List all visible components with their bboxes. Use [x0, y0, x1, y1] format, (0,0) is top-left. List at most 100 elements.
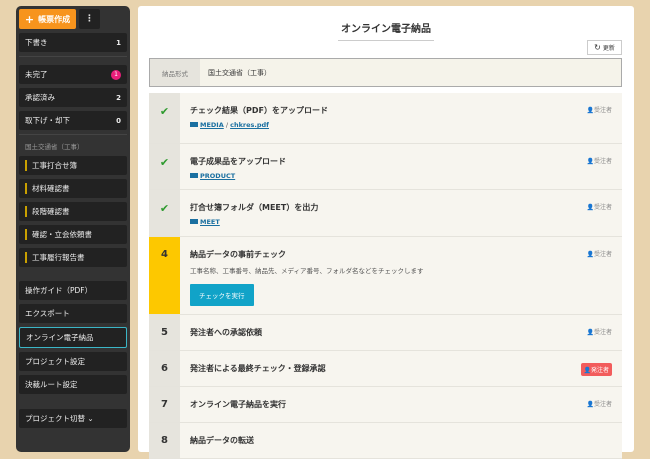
run-check-button[interactable]: チェックを実行: [190, 284, 254, 306]
user-icon: 👤: [586, 107, 594, 114]
role-text: 受注者: [593, 107, 612, 114]
sidebar-form-item[interactable]: 段階確認書: [19, 202, 127, 221]
user-icon: 👤: [586, 401, 594, 408]
label: 工事打合せ簿: [25, 160, 77, 171]
role-text: 受注者: [593, 251, 612, 258]
file-link[interactable]: chkres.pdf: [230, 121, 269, 129]
sidebar-form-item[interactable]: 材料確認書: [19, 179, 127, 198]
sidebar-item-draft[interactable]: 下書き 1: [19, 33, 127, 52]
role-label: 👤受注者: [587, 249, 613, 258]
user-icon: 👤: [586, 329, 594, 336]
role-text: 受注者: [593, 329, 612, 336]
section-label: 国土交通省（工事）: [25, 143, 84, 151]
label: 工事履行報告書: [25, 252, 85, 263]
sidebar-item-guide[interactable]: 操作ガイド（PDF）: [19, 281, 127, 300]
step-title: 発注者による最終チェック・登録承認: [190, 364, 326, 373]
step-2: ✔ 電子成果品をアップロード PRODUCT 👤受注者: [149, 144, 622, 190]
label: 未完了: [25, 70, 48, 79]
role-label: 👤受注者: [587, 105, 613, 114]
folder-link[interactable]: MEDIA: [200, 121, 224, 129]
project-switch-button[interactable]: プロジェクト切替 ⌄: [19, 409, 127, 428]
role-label: 👤受注者: [587, 156, 613, 165]
label: プロジェクト切替 ⌄: [25, 413, 94, 424]
step-title: 打合せ簿フォルダ（MEET）を出力: [190, 203, 319, 212]
step-title: 発注者への承認依頼: [190, 328, 262, 337]
count: 1: [116, 38, 121, 47]
role-text: 受注者: [593, 204, 612, 211]
folder-link[interactable]: PRODUCT: [200, 172, 235, 180]
label: 材料確認書: [25, 183, 70, 194]
sidebar-form-item[interactable]: 確認・立会依頼書: [19, 225, 127, 244]
check-icon: ✔: [159, 105, 170, 118]
main-panel: オンライン電子納品 ↻ 更新 納品形式 国土交通省（工事） ✔ チェック結果（PD…: [138, 6, 634, 459]
refresh-button[interactable]: ↻ 更新: [587, 40, 622, 55]
step-title: チェック結果（PDF）をアップロード: [190, 106, 328, 115]
step-6: 6 発注者による最終チェック・登録承認 👤発注者: [149, 351, 622, 387]
step-title: 納品データの事前チェック: [190, 250, 286, 259]
role-text: 受注者: [593, 401, 612, 408]
step-status: ✔: [149, 93, 180, 143]
plus-icon: +: [24, 12, 35, 26]
folder-link[interactable]: MEET: [200, 218, 220, 226]
role-badge: 👤発注者: [580, 363, 612, 376]
sidebar-item-approval-route[interactable]: 決裁ルート設定: [19, 375, 127, 394]
role-label: 👤受注者: [587, 399, 613, 408]
step-status: ✔: [149, 144, 180, 189]
step-7: 7 オンライン電子納品を実行 👤受注者: [149, 387, 622, 423]
step-number: 6: [149, 351, 180, 386]
step-number: 7: [149, 387, 180, 422]
sidebar-item-withdrawn[interactable]: 取下げ・却下 0: [19, 111, 127, 130]
sidebar-item-incomplete[interactable]: 未完了 1: [19, 65, 127, 84]
folder-icon: [190, 219, 198, 224]
refresh-icon: ↻: [594, 43, 601, 52]
label: 取下げ・却下: [25, 116, 70, 125]
create-label: 帳票作成: [38, 14, 71, 24]
step-number: 4: [149, 237, 180, 314]
user-icon: 👤: [586, 251, 594, 258]
label: 確認・立会依頼書: [25, 229, 92, 240]
label: エクスポート: [25, 309, 70, 318]
divider: [19, 56, 127, 57]
switch-label: プロジェクト切替: [25, 414, 85, 423]
step-4: 4 納品データの事前チェック 工事名称、工事番号、納品先、メディア番号、フォルダ…: [149, 237, 622, 315]
refresh-label: 更新: [602, 45, 615, 52]
folder-icon: [190, 173, 198, 178]
label: 操作ガイド（PDF）: [25, 286, 93, 295]
sidebar-item-online-delivery[interactable]: オンライン電子納品: [19, 327, 127, 348]
sidebar-form-item[interactable]: 工事打合せ簿: [19, 156, 127, 175]
step-status: ✔: [149, 190, 180, 236]
count-badge: 1: [111, 69, 121, 80]
step-title: 納品データの転送: [190, 436, 254, 445]
label: 段階確認書: [25, 206, 70, 217]
count: 2: [116, 93, 121, 102]
create-form-button[interactable]: + 帳票作成: [19, 9, 76, 29]
delivery-format-row: 納品形式 国土交通省（工事）: [149, 58, 622, 87]
label: 下書き: [25, 38, 48, 47]
more-menu-button[interactable]: ⋮: [79, 9, 100, 29]
label: 承認済み: [25, 93, 55, 102]
sidebar-item-project-settings[interactable]: プロジェクト設定: [19, 352, 127, 371]
format-label: 納品形式: [150, 59, 200, 86]
label: オンライン電子納品: [26, 333, 94, 342]
sidebar-item-approved[interactable]: 承認済み 2: [19, 88, 127, 107]
sidebar-form-item[interactable]: 工事履行報告書: [19, 248, 127, 267]
label: プロジェクト設定: [25, 357, 85, 366]
folder-icon: [190, 122, 198, 127]
step-number: 8: [149, 423, 180, 458]
check-icon: ✔: [159, 156, 170, 169]
chevron-down-icon: ⌄: [87, 414, 94, 423]
count: 0: [116, 116, 121, 125]
step-3: ✔ 打合せ簿フォルダ（MEET）を出力 MEET 👤受注者: [149, 190, 622, 237]
role-text: 受注者: [593, 158, 612, 165]
step-8: 8 納品データの転送: [149, 423, 622, 459]
role-label: 👤受注者: [587, 327, 613, 336]
user-icon: 👤: [583, 367, 591, 374]
check-icon: ✔: [159, 202, 170, 215]
step-list: ✔ チェック結果（PDF）をアップロード MEDIA / chkres.pdf …: [149, 93, 622, 459]
step-1: ✔ チェック結果（PDF）をアップロード MEDIA / chkres.pdf …: [149, 93, 622, 144]
user-icon: 👤: [586, 204, 594, 211]
user-icon: 👤: [586, 158, 594, 165]
step-number: 5: [149, 315, 180, 350]
format-value: 国土交通省（工事）: [208, 68, 271, 77]
sidebar-item-export[interactable]: エクスポート: [19, 304, 127, 323]
